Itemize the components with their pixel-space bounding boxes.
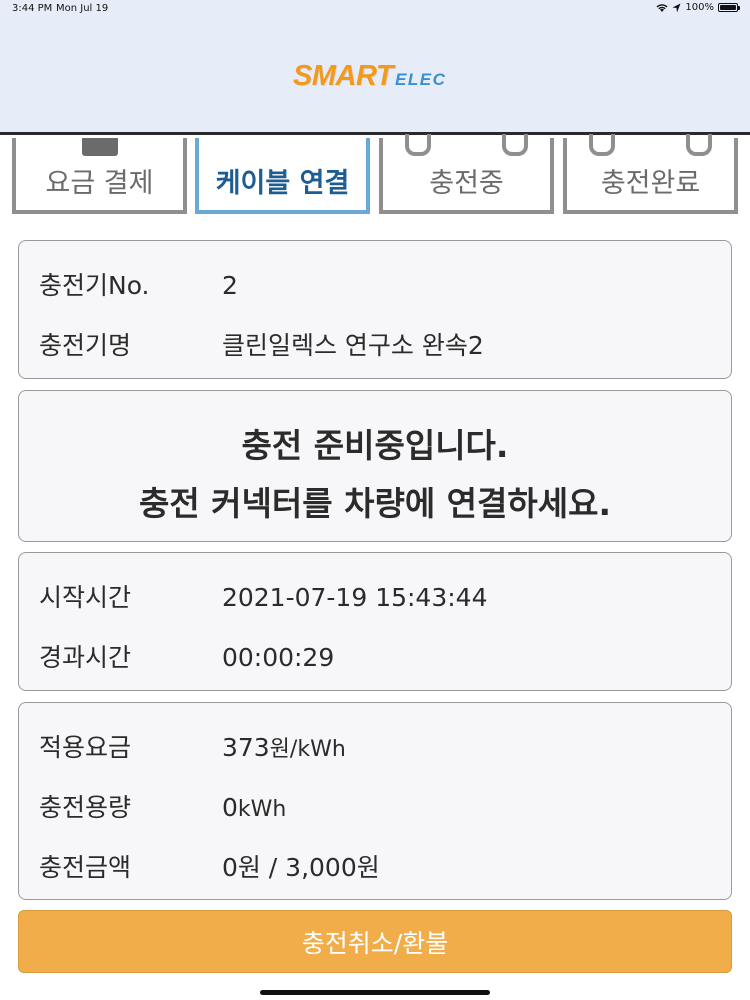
charger-name-row: 충전기명 클린일렉스 연구소 완속2 — [39, 326, 484, 362]
charger-name-value: 클린일렉스 연구소 완속2 — [221, 331, 484, 360]
cost-row: 충전금액 0원 / 3,000원 — [39, 848, 380, 884]
step-label: 케이블 연결 — [215, 168, 350, 199]
status-notice-card: 충전 준비중입니다. 충전 커넥터를 차량에 연결하세요. — [18, 390, 732, 542]
charger-number-row: 충전기No. 2 — [39, 266, 238, 302]
status-date: Mon Jul 19 — [56, 3, 109, 14]
cancel-refund-button[interactable]: 충전취소/환불 — [18, 910, 732, 973]
charger-info-card: 충전기No. 2 충전기명 클린일렉스 연구소 완속2 — [18, 240, 732, 379]
energy-row: 충전용량 0kWh — [39, 788, 286, 824]
step-complete: 충전완료 — [563, 134, 738, 214]
step-label: 충전중 — [429, 168, 504, 199]
battery-icon — [718, 3, 740, 12]
start-time-value: 2021-07-19 15:43:44 — [221, 583, 488, 612]
rate-row: 적용요금 373원/kWh — [39, 728, 346, 764]
charger-number-value: 2 — [221, 271, 238, 300]
status-time: 3:44 PM — [12, 3, 53, 14]
rate-unit: 원/kWh — [269, 737, 346, 762]
charger-number-label: 충전기No. — [39, 271, 150, 300]
progress-steps: 요금 결제 케이블 연결 충전중 충전완료 — [0, 134, 750, 216]
step-cable-connect: 케이블 연결 — [195, 138, 370, 214]
step-payment: 요금 결제 — [12, 138, 187, 214]
plug-icon — [383, 134, 550, 164]
battery-percent: 100% — [685, 2, 714, 13]
start-time-label: 시작시간 — [39, 583, 132, 612]
plug-icon — [567, 134, 734, 164]
smartelec-logo: SMART ELEC — [293, 60, 446, 93]
rate-value: 373원/kWh — [222, 731, 346, 763]
cost-label: 충전금액 — [39, 853, 132, 882]
cost-value: 0원 / 3,000원 — [221, 853, 380, 882]
location-icon — [672, 3, 681, 12]
start-time-row: 시작시간 2021-07-19 15:43:44 — [39, 578, 487, 614]
energy-number: 0 — [221, 793, 238, 822]
notice-line-1: 충전 준비중입니다. — [241, 426, 509, 465]
logo-main-text: SMART — [293, 60, 394, 92]
step-charging: 충전중 — [379, 134, 554, 214]
elapsed-time-row: 경과시간 00:00:29 — [39, 638, 334, 674]
app-header: SMART ELEC — [0, 18, 750, 135]
energy-unit: kWh — [237, 797, 287, 822]
elapsed-time-value: 00:00:29 — [221, 643, 335, 672]
elapsed-time-label: 경과시간 — [39, 643, 132, 672]
status-right: 100% — [656, 2, 740, 13]
time-info-card: 시작시간 2021-07-19 15:43:44 경과시간 00:00:29 — [18, 552, 732, 691]
rate-label: 적용요금 — [39, 733, 132, 762]
charger-name-label: 충전기명 — [39, 331, 132, 360]
step-label: 요금 결제 — [45, 168, 154, 199]
wifi-icon — [656, 3, 668, 12]
status-bar: 3:44 PM Mon Jul 19 100% — [0, 0, 750, 18]
logo-sub-text: ELEC — [395, 70, 447, 89]
card-reader-icon — [81, 138, 118, 156]
rate-number: 373 — [221, 733, 270, 762]
step-label: 충전완료 — [600, 168, 701, 199]
energy-label: 충전용량 — [39, 793, 132, 822]
notice-line-2: 충전 커넥터를 차량에 연결하세요. — [138, 484, 612, 523]
energy-value: 0kWh — [222, 793, 286, 822]
charge-info-card: 적용요금 373원/kWh 충전용량 0kWh 충전금액 0원 / 3,000원 — [18, 702, 732, 900]
home-indicator[interactable] — [260, 990, 490, 995]
